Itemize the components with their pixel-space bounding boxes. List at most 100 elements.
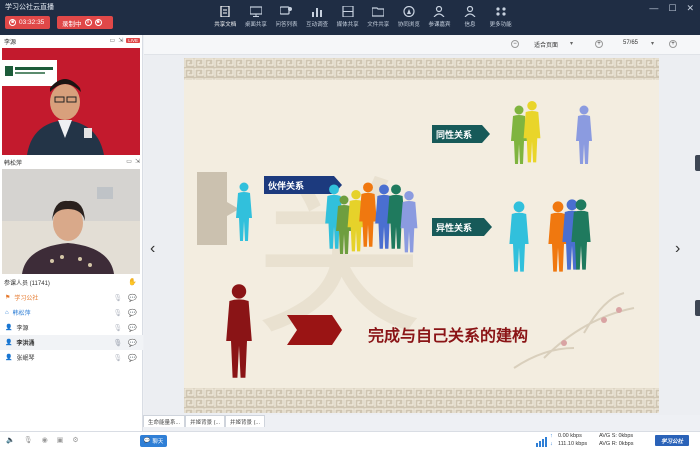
mic-icon[interactable]: 🎙 <box>113 324 122 332</box>
monitor-icon <box>249 6 262 17</box>
network-stats: ↑ 0.00 kbps ↓ 111.10 kbps AVG S: 0kbps A… <box>536 433 646 450</box>
chat-icon[interactable]: 💬 <box>128 294 137 302</box>
avg-receive: AVG R: 0kbps <box>599 441 634 447</box>
expand-icon[interactable]: ⇲ <box>135 158 140 165</box>
net-up: 0.00 kbps <box>558 433 582 439</box>
chat-icon[interactable]: 💬 <box>128 324 137 332</box>
app-title: 学习公社云直播 <box>5 4 54 11</box>
chat-icon[interactable]: 💬 <box>128 354 137 362</box>
settings-icon[interactable]: ⚙ <box>72 436 78 444</box>
document-tab[interactable]: 并姬背景 (... <box>225 415 265 427</box>
chat-icon[interactable]: 💬 <box>128 339 137 347</box>
document-tab[interactable]: 生命能量系... <box>143 415 186 427</box>
video-teacher-2[interactable] <box>2 169 140 274</box>
toolbar-button-label: 媒体共享 <box>336 22 359 28</box>
same-sex-label: 同性关系 <box>436 129 472 141</box>
maximize-icon[interactable]: ☐ <box>668 3 676 14</box>
participant-row[interactable]: ⌂ 韩松萍 🎙 💬 <box>0 305 143 320</box>
participant-row[interactable]: ⚑ 学习公社 🎙 💬 <box>0 290 143 305</box>
participant-row[interactable]: 👤 李源 🎙 💬 <box>0 320 143 335</box>
bottom-left-icons: 🔈 🎙 ◉ ▣ ⚙ <box>6 436 79 444</box>
zoom-out-icon[interactable]: − <box>511 40 519 48</box>
chat-label: 聊天 <box>152 439 164 445</box>
video2-header: 韩松萍 ▭ ⇲ <box>0 156 143 168</box>
mic-icon[interactable]: 🎙 <box>113 354 122 362</box>
participant-name: 李洪涌 <box>16 341 35 347</box>
chat-button[interactable]: 💬 聊天 <box>140 435 167 447</box>
mic-icon[interactable]: 🎙 <box>113 294 122 302</box>
toolbar-button[interactable]: 信息 <box>455 3 486 33</box>
recording-button[interactable]: 录制中 ‖ ■ <box>57 16 113 29</box>
toolbar-button-label: 协同浏览 <box>397 22 420 28</box>
toolbar-button[interactable]: 参课嘉宾 <box>424 3 455 33</box>
hand-icon[interactable]: ✋ <box>128 278 137 286</box>
window-controls: — ☐ ✕ <box>649 3 694 14</box>
toolbar-button[interactable]: 互动调查 <box>302 3 333 33</box>
signal-icon <box>536 437 547 447</box>
live-badge: LIVE <box>126 38 140 43</box>
participant-row[interactable]: 👤 张岷琴 🎙 💬 <box>0 350 143 365</box>
toolbar-button[interactable]: 文件共享 <box>363 3 394 33</box>
page-chevron-icon[interactable]: ▾ <box>651 40 654 47</box>
video-teacher-1[interactable] <box>2 48 140 155</box>
participant-actions: 🎙 💬 <box>113 354 137 362</box>
toolbar-button-label: 更多功能 <box>489 22 512 28</box>
record-stop-icon: ■ <box>94 19 102 26</box>
info-icon <box>464 6 476 17</box>
mic-icon[interactable]: 🎙 <box>24 436 33 444</box>
camera-icon[interactable]: ▭ <box>110 37 116 44</box>
bottom-bar: 🔈 🎙 ◉ ▣ ⚙ 💬 聊天 ↑ 0.00 kbps ↓ 111.10 kbps… <box>0 431 700 450</box>
video1-name: 李源 <box>4 39 17 46</box>
record-icon[interactable]: ▣ <box>57 436 64 444</box>
compass-icon <box>403 6 415 17</box>
mic-icon[interactable]: 🎙 <box>113 309 122 317</box>
zoom-in-icon[interactable]: + <box>595 40 603 48</box>
toolbar-button[interactable]: 桌面共享 <box>241 3 272 33</box>
add-icon[interactable]: + <box>669 40 677 48</box>
participant-row[interactable]: 👤 李洪涌 🎙 💬 <box>0 335 143 350</box>
toolbar-button-label: 桌面共享 <box>244 22 267 28</box>
speaker-icon[interactable]: 🔈 <box>6 436 15 444</box>
toolbar-button[interactable]: 问答列表 <box>271 3 302 33</box>
zoom-select[interactable]: 适合页面 <box>534 40 558 49</box>
toolbar-button[interactable]: 共享文档 <box>210 3 241 33</box>
folder-icon <box>372 7 385 17</box>
chat-icon[interactable]: 💬 <box>128 309 137 317</box>
toolbar-button[interactable]: 更多功能 <box>485 3 516 33</box>
upload-arrow-icon: ↑ <box>550 433 553 439</box>
camera-icon[interactable]: ▭ <box>126 158 132 165</box>
close-icon[interactable]: ✕ <box>686 3 694 14</box>
toolbar-button[interactable]: 协同浏览 <box>394 3 425 33</box>
expand-icon[interactable]: ⇲ <box>118 37 123 44</box>
toolbar-button[interactable]: 媒体共享 <box>332 3 363 33</box>
video2-name: 韩松萍 <box>4 160 23 167</box>
mic-icon[interactable]: 🎙 <box>113 339 122 347</box>
prev-page-icon[interactable]: ‹ <box>150 240 155 258</box>
guest-icon <box>433 6 445 17</box>
slide: 关 伙伴关系 同性关系 异性关系 完成与自己关系的建构 <box>184 58 659 413</box>
participant-actions: 🎙 💬 <box>113 324 137 332</box>
participants-header: 参课人员 (11741) ✋ <box>0 276 143 288</box>
slide-caption: 完成与自己关系的建构 <box>368 326 528 345</box>
page-indicator[interactable]: 57/65 <box>623 40 638 46</box>
user-icon: 👤 <box>5 340 13 346</box>
side-handle-top[interactable] <box>695 155 700 171</box>
participant-actions: 🎙 💬 <box>113 339 137 347</box>
participant-name: 学习公社 <box>14 296 39 302</box>
minimize-icon[interactable]: — <box>649 3 658 14</box>
pause-icon: ‖ <box>84 19 92 26</box>
side-handle-bottom[interactable] <box>695 300 700 316</box>
toolbar-button-label: 信息 <box>464 22 476 28</box>
participant-actions: 🎙 💬 <box>113 309 137 317</box>
top-bar: 学习公社云直播 ■ 03:32:35 录制中 ‖ ■ 共享文档 桌面共享 问答列表 互… <box>0 0 700 35</box>
toolbar-button-label: 文件共享 <box>367 22 390 28</box>
participant-name: 韩松萍 <box>12 311 31 317</box>
document-tab[interactable]: 并姬背景 (... <box>185 415 226 427</box>
next-page-icon[interactable]: › <box>675 240 680 258</box>
camera-icon[interactable]: ◉ <box>42 436 48 444</box>
timer-text: 03:32:35 <box>19 19 45 26</box>
toolbar-button-label: 参课嘉宾 <box>428 22 451 28</box>
toolbar-button-label: 互动调查 <box>306 22 329 28</box>
chevron-down-icon[interactable]: ▾ <box>570 40 573 47</box>
slide-border-top <box>184 58 659 80</box>
